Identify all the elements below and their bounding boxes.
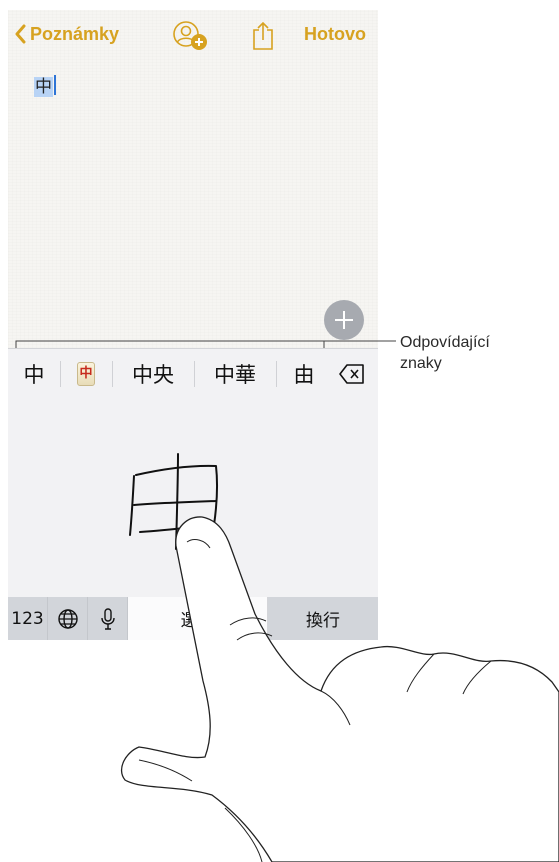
finger-illustration: [120, 516, 559, 862]
